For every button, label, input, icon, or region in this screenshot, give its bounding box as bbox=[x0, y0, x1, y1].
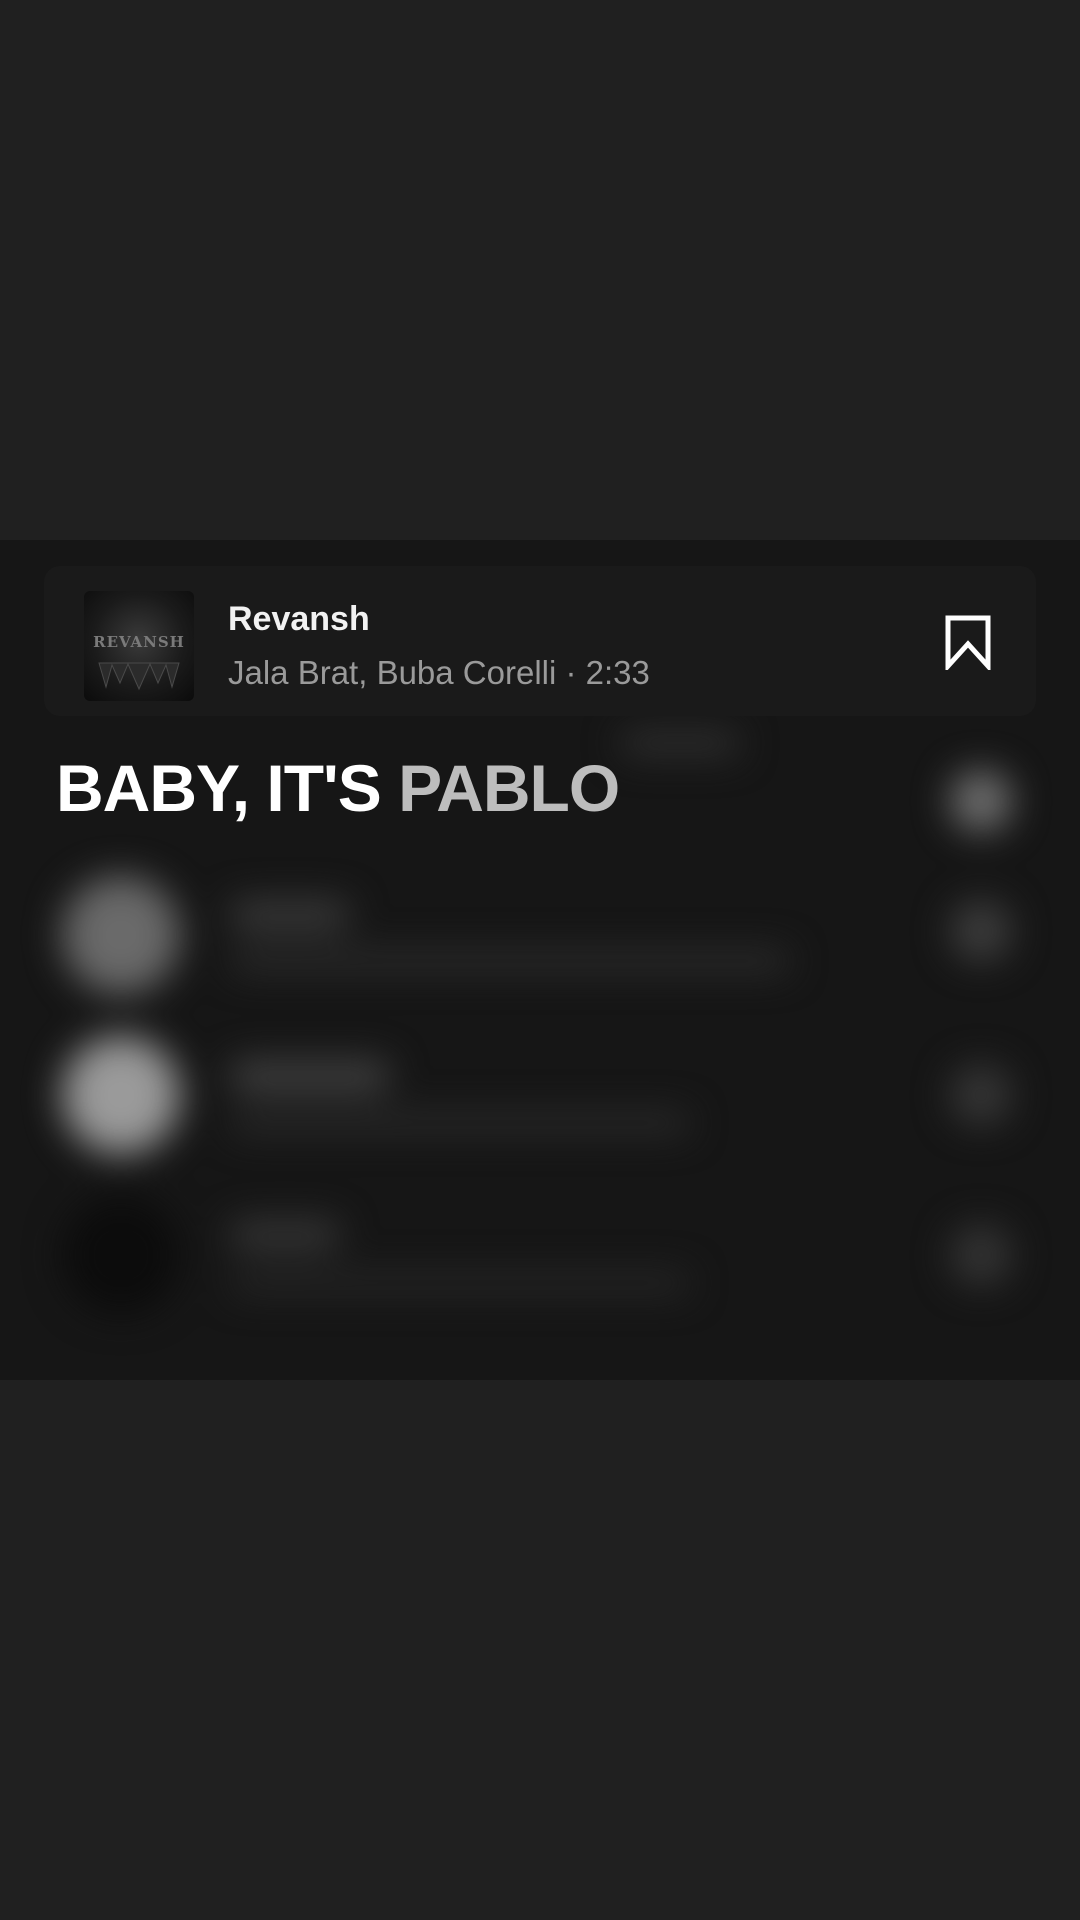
bookmark-icon[interactable] bbox=[940, 614, 996, 670]
album-cover-text: REVANSH bbox=[93, 633, 185, 651]
blurred-row bbox=[0, 1020, 1080, 1160]
lyric-sung-text: BABY, IT'S bbox=[56, 751, 382, 825]
lyrics-share-card: REVANSH Revansh Jala Brat, Buba Corelli … bbox=[0, 540, 1080, 1380]
track-header[interactable]: REVANSH Revansh Jala Brat, Buba Corelli … bbox=[44, 566, 1036, 716]
lyric-line: BABY, IT'S PABLO bbox=[56, 750, 620, 826]
track-title: Revansh bbox=[228, 600, 370, 638]
blurred-row bbox=[0, 860, 1080, 1000]
album-cover: REVANSH bbox=[84, 591, 194, 701]
fangs-icon bbox=[98, 662, 180, 691]
lyric-upcoming-text: PABLO bbox=[398, 751, 620, 825]
blurred-row bbox=[0, 1180, 1080, 1320]
track-artists-duration: Jala Brat, Buba Corelli · 2:33 bbox=[228, 654, 650, 691]
screen: REVANSH Revansh Jala Brat, Buba Corelli … bbox=[0, 0, 1080, 1920]
